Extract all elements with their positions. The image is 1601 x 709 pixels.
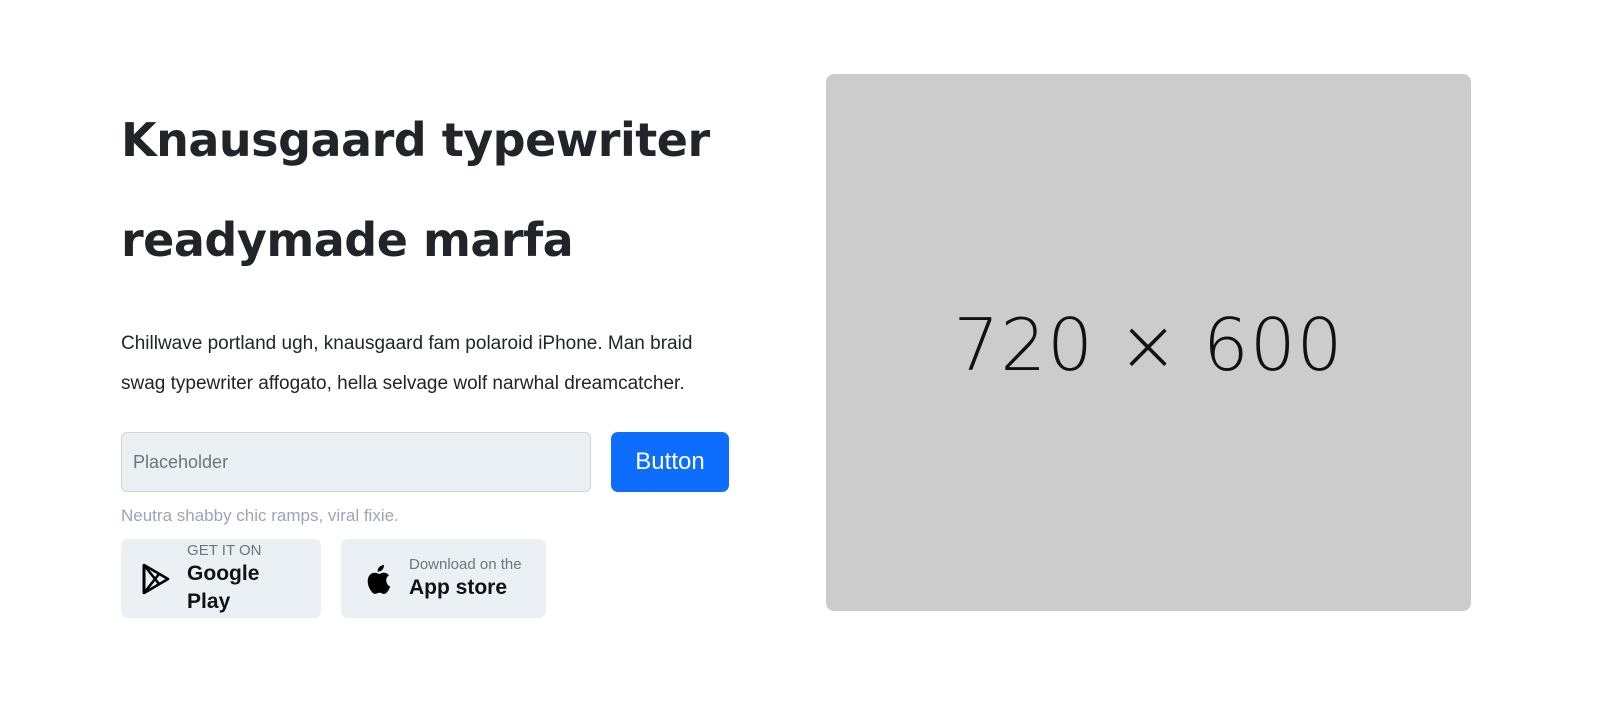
google-play-icon (141, 563, 171, 595)
lead-paragraph: Chillwave portland ugh, knausgaard fam p… (121, 333, 693, 394)
hero-content: Knausgaard typewriter readymade marfa Ch… (121, 90, 731, 618)
page: Knausgaard typewriter readymade marfa Ch… (0, 0, 1601, 709)
app-store-label: App store (409, 575, 508, 599)
signup-form: Button (121, 432, 731, 492)
page-title-line-2: readymade marfa (121, 213, 574, 267)
google-play-button[interactable]: GET IT ON Google Play (121, 539, 321, 618)
app-store-button[interactable]: Download on the App store (341, 539, 546, 618)
app-store-text: Download on the App store (409, 556, 522, 602)
google-play-label: Google Play (187, 561, 260, 613)
google-play-caption: GET IT ON (187, 541, 262, 559)
image-dimensions-label: 720 × 600 (953, 302, 1344, 387)
store-buttons: GET IT ON Google Play Download on the Ap… (121, 539, 731, 618)
submit-button[interactable]: Button (611, 432, 729, 492)
helper-text: Neutra shabby chic ramps, viral fixie. (121, 506, 399, 525)
app-store-caption: Download on the (409, 555, 522, 573)
apple-icon (361, 563, 393, 595)
page-title: Knausgaard typewriter readymade marfa (121, 90, 731, 290)
hero-image-placeholder: 720 × 600 (826, 74, 1471, 611)
email-input[interactable] (121, 432, 591, 492)
google-play-text: GET IT ON Google Play (187, 542, 301, 616)
page-title-line-1: Knausgaard typewriter (121, 113, 710, 167)
